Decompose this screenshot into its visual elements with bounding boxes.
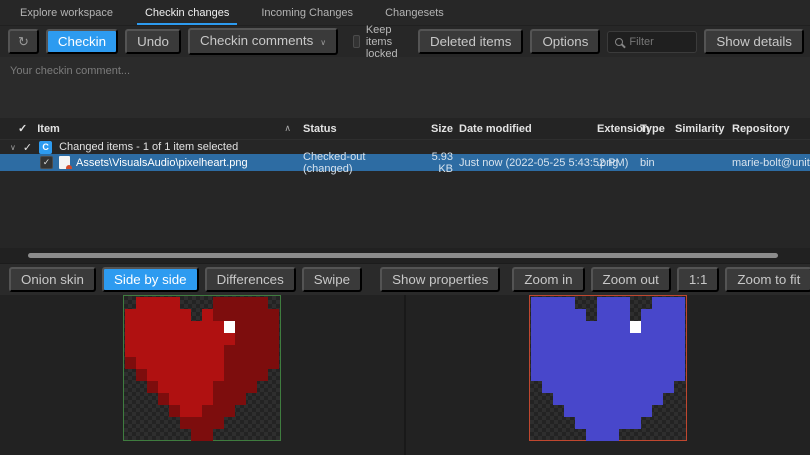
undo-button[interactable]: Undo [125, 29, 181, 54]
pixel-heart-right [531, 297, 685, 441]
column-header-extension[interactable]: Extension [590, 123, 634, 135]
keep-items-locked-option: Keep items locked [353, 24, 404, 60]
tab-label: Changesets [385, 7, 444, 19]
previous-image-red-heart [123, 295, 281, 441]
diff-preview-left-pane[interactable] [0, 295, 404, 455]
tab-label: Explore workspace [20, 7, 113, 19]
side-by-side-button[interactable]: Side by side [102, 267, 199, 292]
changed-badge-icon: C [39, 141, 52, 154]
tab-checkin-changes[interactable]: Checkin changes [143, 0, 231, 25]
tab-changesets[interactable]: Changesets [383, 0, 446, 25]
table-row-pixelheart[interactable]: ✓ Assets\VisualsAudio\pixelheart.png Che… [0, 154, 810, 171]
type-cell: bin [634, 157, 670, 169]
column-header-size[interactable]: Size [415, 123, 453, 135]
chevron-down-icon: ∨ [320, 38, 326, 47]
repository-cell: marie-bolt@unity@clou [728, 157, 810, 169]
refresh-button[interactable]: ↻ [8, 29, 39, 54]
extension-cell: .png [590, 157, 634, 169]
main-tabbar: Explore workspace Checkin changes Incomi… [0, 0, 810, 26]
group-check-icon[interactable]: ✓ [23, 141, 32, 154]
table-header-row: ✓ Item ∧ Status Size Date modified Exten… [0, 118, 810, 140]
zoom-one-to-one-button[interactable]: 1:1 [677, 267, 720, 292]
keep-items-locked-checkbox[interactable] [353, 35, 360, 48]
show-details-button[interactable]: Show details [704, 29, 804, 54]
column-header-date-modified[interactable]: Date modified [453, 123, 590, 135]
column-header-status[interactable]: Status [295, 123, 415, 135]
tab-label: Incoming Changes [261, 7, 353, 19]
image-diff-preview [0, 295, 810, 455]
table-empty-area [0, 171, 810, 248]
date-modified-cell: Just now (2022-05-25 5:43:52 PM) [453, 157, 590, 169]
options-button[interactable]: Options [530, 29, 600, 54]
column-header-item[interactable]: ✓ Item ∧ [0, 122, 295, 135]
swipe-button[interactable]: Swipe [302, 267, 362, 292]
zoom-out-button[interactable]: Zoom out [591, 267, 671, 292]
refresh-icon: ↻ [18, 34, 29, 49]
keep-items-locked-label: Keep items locked [366, 24, 404, 60]
group-item-cell: ∨ ✓ C Changed items - 1 of 1 item select… [0, 141, 295, 154]
sort-ascending-icon: ∧ [284, 123, 291, 134]
tab-explore-workspace[interactable]: Explore workspace [18, 0, 115, 25]
filter-box [607, 31, 697, 53]
item-path: Assets\VisualsAudio\pixelheart.png [76, 157, 248, 169]
checkin-toolbar: ↻ Checkin Undo Checkin comments ∨ Keep it… [0, 26, 810, 57]
horizontal-scrollbar-thumb[interactable] [28, 253, 778, 258]
search-icon [615, 38, 623, 46]
differences-button[interactable]: Differences [205, 267, 296, 292]
onion-skin-button[interactable]: Onion skin [9, 267, 96, 292]
filter-input[interactable] [629, 36, 689, 48]
item-cell: ✓ Assets\VisualsAudio\pixelheart.png [0, 156, 295, 169]
chevron-down-icon[interactable]: ∨ [10, 143, 16, 152]
pixel-heart-left [125, 297, 279, 441]
file-icon [59, 156, 70, 169]
checkin-comment-input[interactable] [0, 57, 810, 118]
checkin-button[interactable]: Checkin [46, 29, 118, 54]
diff-preview-right-pane[interactable] [406, 295, 810, 455]
zoom-in-button[interactable]: Zoom in [512, 267, 584, 292]
show-properties-button[interactable]: Show properties [380, 267, 500, 292]
pending-changes-table: ✓ Item ∧ Status Size Date modified Exten… [0, 118, 810, 248]
diff-toolbar: Onion skin Side by side Differences Swip… [0, 263, 810, 295]
zoom-to-fit-button[interactable]: Zoom to fit [725, 267, 810, 292]
column-header-repository[interactable]: Repository [728, 123, 810, 135]
current-image-blue-heart [529, 295, 687, 441]
tab-label: Checkin changes [145, 7, 229, 19]
checkin-comments-dropdown[interactable]: Checkin comments ∨ [188, 28, 338, 55]
check-all-icon[interactable]: ✓ [18, 122, 27, 135]
horizontal-scrollbar [0, 248, 810, 263]
column-label: Item [37, 123, 60, 135]
deleted-items-button[interactable]: Deleted items [418, 29, 524, 54]
tab-incoming-changes[interactable]: Incoming Changes [259, 0, 355, 25]
checkin-window: Explore workspace Checkin changes Incomi… [0, 0, 810, 455]
column-header-type[interactable]: Type [634, 123, 670, 135]
column-header-similarity[interactable]: Similarity [670, 123, 728, 135]
row-checkbox[interactable]: ✓ [40, 156, 53, 169]
check-icon: ✓ [43, 157, 51, 168]
group-label: Changed items - 1 of 1 item selected [59, 141, 238, 153]
dropdown-label: Checkin comments [200, 33, 313, 48]
